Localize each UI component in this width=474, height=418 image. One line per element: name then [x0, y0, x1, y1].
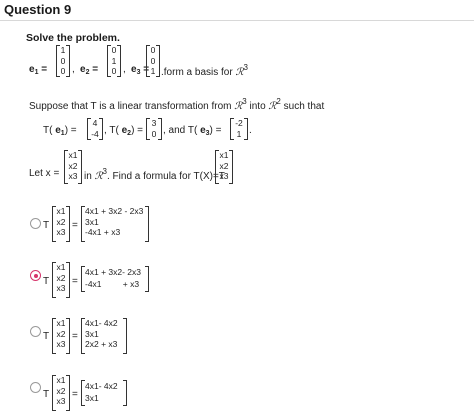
question-header: Question 9: [0, 0, 474, 21]
x-vector: x1 x2 x3: [64, 150, 82, 184]
e3-entry-2: 0: [150, 55, 156, 66]
e1-entry-2: 0: [60, 55, 66, 66]
e1-entry-1: 1: [60, 45, 66, 55]
option-c-row-3: 2x2 + x3: [85, 339, 118, 349]
option-d-x-vector: x1 x2 x3: [52, 375, 70, 411]
option-a-x-vector: x1 x2 x3: [52, 206, 70, 242]
tx-entry-3: x3: [219, 171, 229, 181]
x-entry-3: x3: [68, 171, 78, 181]
e3-vector: 0 0 1: [146, 45, 160, 77]
option-a-radio[interactable]: [30, 218, 41, 229]
option-b-t: T: [43, 276, 50, 287]
option-c-x2: x2: [56, 328, 66, 339]
option-b-row-2: -4x1 + x3: [85, 279, 140, 289]
option-c-x1: x1: [56, 318, 66, 328]
t-e1-entry-2: -4: [91, 128, 99, 139]
images-end: .: [249, 125, 252, 136]
option-b-x-vector: x1 x2 x3: [52, 262, 70, 298]
option-d-result: 4x1- 4x2 3x1: [81, 380, 127, 406]
t-e1-entry-1: 4: [92, 118, 98, 128]
option-c-result: 4x1- 4x2 3x1 2x2 + x3: [81, 318, 127, 354]
option-c-x3: x3: [56, 339, 66, 349]
tx-vector: x1 x2 x3: [215, 150, 233, 184]
option-d-radio[interactable]: [30, 382, 41, 393]
option-b-x1: x1: [56, 262, 66, 272]
basis-tail: .form a basis for ℛ3: [161, 63, 248, 78]
t-e2-label: , T( e2) =: [104, 125, 144, 137]
option-b-result: 4x1 + 3x2- 2x3 -4x1 + x3: [81, 266, 149, 292]
option-c-row-1: 4x1- 4x2: [85, 318, 118, 328]
t-e3-entry-2: 1: [236, 128, 242, 139]
e2-vector: 0 1 0: [107, 45, 121, 77]
e1-vector: 1 0 0: [56, 45, 70, 77]
t-e2-entry-2: 0: [151, 128, 157, 139]
option-b-equals: =: [72, 276, 78, 287]
let-x-label: Let x =: [29, 168, 60, 179]
sep-1: ,: [72, 64, 75, 75]
question-title: Question 9: [4, 2, 72, 17]
option-b-x3: x3: [56, 283, 66, 293]
option-b-radio[interactable]: [30, 270, 41, 281]
option-d-equals: =: [72, 389, 78, 400]
option-a-row-2: 3x1: [85, 216, 99, 227]
x-entry-2: x2: [68, 160, 78, 171]
x-entry-1: x1: [68, 150, 78, 160]
option-c-x-vector: x1 x2 x3: [52, 318, 70, 354]
option-d-row-2: 3x1: [85, 393, 99, 403]
option-b-row-1: 4x1 + 3x2- 2x3: [85, 267, 141, 277]
tx-entry-1: x1: [219, 150, 229, 160]
e3-entry-3: 1: [150, 66, 156, 76]
option-b-x2: x2: [56, 272, 66, 283]
t-e3-entry-1: -2: [235, 118, 243, 128]
option-c-equals: =: [72, 331, 78, 342]
t-e3-label: , and T( e3) =: [163, 125, 222, 137]
option-a-row-1: 4x1 + 3x2 - 2x3: [85, 206, 144, 216]
e2-label: e2 =: [80, 64, 99, 76]
option-a-row-3: -4x1 + x3: [85, 227, 121, 237]
e2-entry-2: 1: [111, 55, 117, 66]
option-d-x1: x1: [56, 375, 66, 385]
option-a-equals: =: [72, 220, 78, 231]
t-e3-vector: -2 1: [230, 118, 248, 140]
option-d-x2: x2: [56, 385, 66, 396]
option-d-t: T: [43, 389, 50, 400]
t-e1-vector: 4 -4: [87, 118, 103, 140]
problem-instruction: Solve the problem.: [26, 32, 120, 44]
t-e2-vector: 3 0: [146, 118, 162, 140]
option-c-t: T: [43, 331, 50, 342]
option-a-x2: x2: [56, 216, 66, 227]
e1-entry-3: 0: [60, 66, 66, 76]
suppose-text: Suppose that T is a linear transformatio…: [29, 97, 325, 112]
t-e1-label: T( e1) =: [43, 125, 77, 137]
t-e2-entry-1: 3: [151, 118, 157, 128]
sep-2: ,: [123, 64, 126, 75]
option-d-x3: x3: [56, 396, 66, 406]
e1-label: e1 =: [29, 64, 48, 76]
option-c-row-2: 3x1: [85, 328, 99, 339]
option-a-x3: x3: [56, 227, 66, 237]
e3-entry-1: 0: [150, 45, 156, 55]
option-c-radio[interactable]: [30, 326, 41, 337]
option-a-x1: x1: [56, 206, 66, 216]
tx-entry-2: x2: [219, 160, 229, 171]
option-a-t: T: [43, 220, 50, 231]
let-x-text: in ℛ3. Find a formula for T(X)=T: [84, 167, 225, 182]
e2-entry-1: 0: [111, 45, 117, 55]
option-a-result: 4x1 + 3x2 - 2x3 3x1 -4x1 + x3: [81, 206, 149, 242]
option-d-row-1: 4x1- 4x2: [85, 381, 118, 391]
e2-entry-3: 0: [111, 66, 117, 76]
